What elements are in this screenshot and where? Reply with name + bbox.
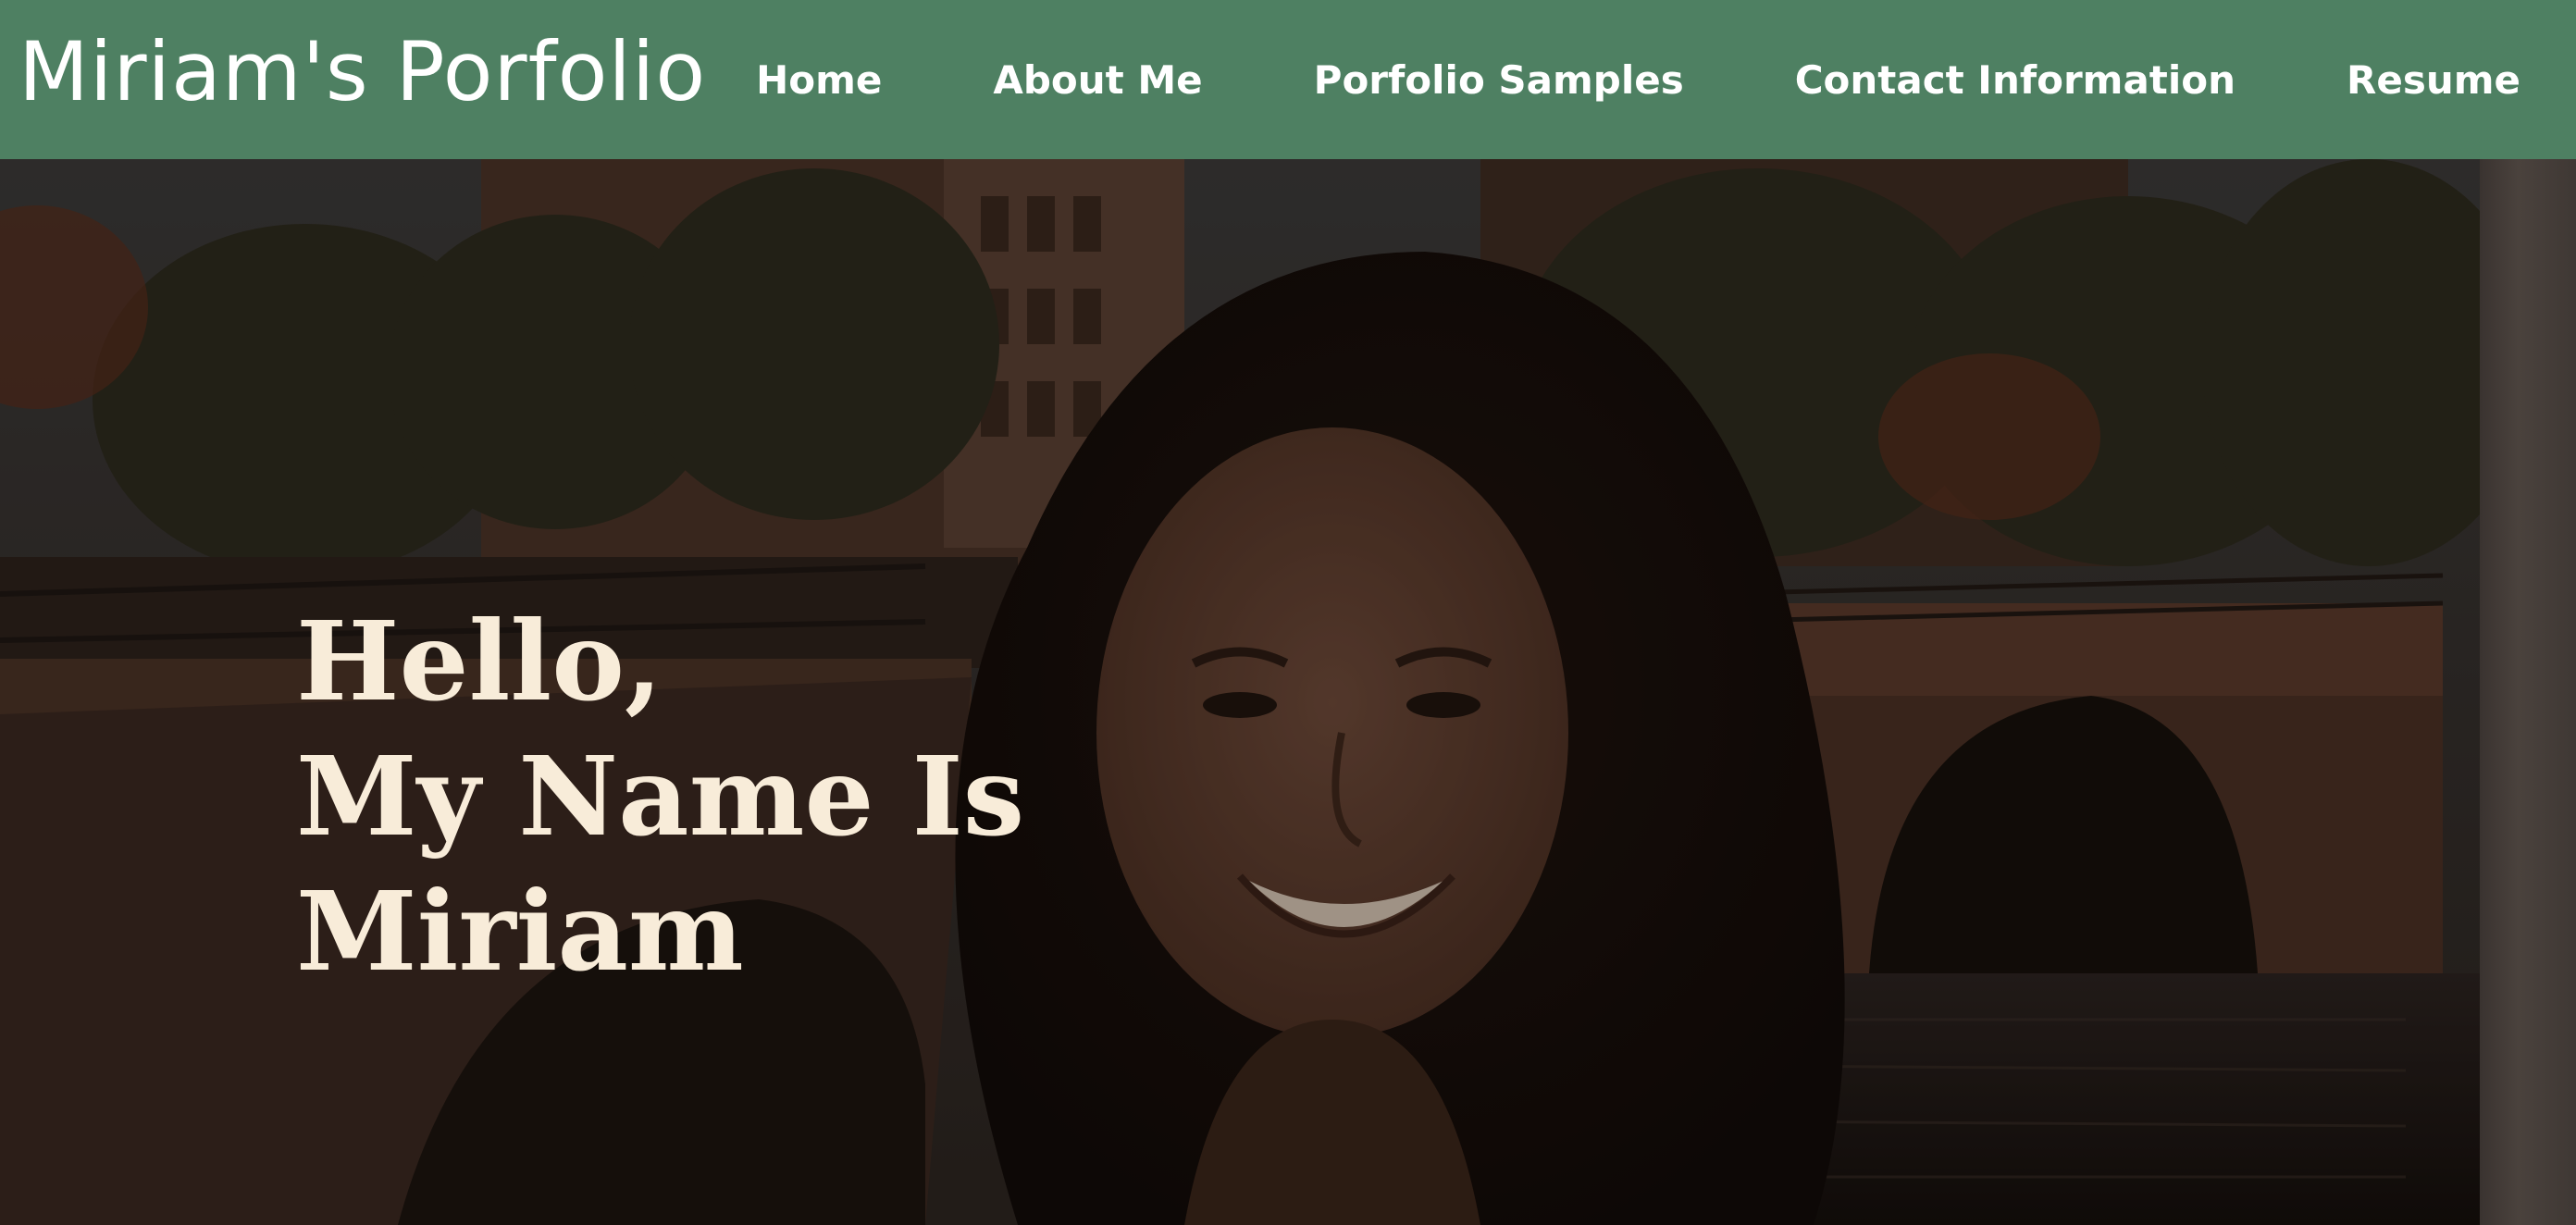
site-title[interactable]: Miriam's Porfolio	[19, 17, 706, 128]
nav-link-portfolio-samples[interactable]: Porfolio Samples	[1314, 57, 1684, 103]
hero-heading: Hello, My Name Is Miriam	[296, 594, 1024, 999]
nav-link-resume[interactable]: Resume	[2347, 57, 2520, 103]
nav-link-home[interactable]: Home	[756, 57, 882, 103]
hero-section: Hello, My Name Is Miriam	[0, 159, 2576, 1225]
hero-heading-line: Hello,	[296, 597, 663, 725]
hero-heading-line: Miriam	[296, 867, 744, 996]
nav-link-contact-information[interactable]: Contact Information	[1795, 57, 2235, 103]
nav-link-about-me[interactable]: About Me	[993, 57, 1202, 103]
nav-menu: Home About Me Porfolio Samples Contact I…	[756, 0, 2520, 159]
hero-heading-line: My Name Is	[296, 732, 1025, 860]
top-navbar: Miriam's Porfolio Home About Me Porfolio…	[0, 0, 2576, 159]
hero-right-edge	[2480, 159, 2576, 1225]
